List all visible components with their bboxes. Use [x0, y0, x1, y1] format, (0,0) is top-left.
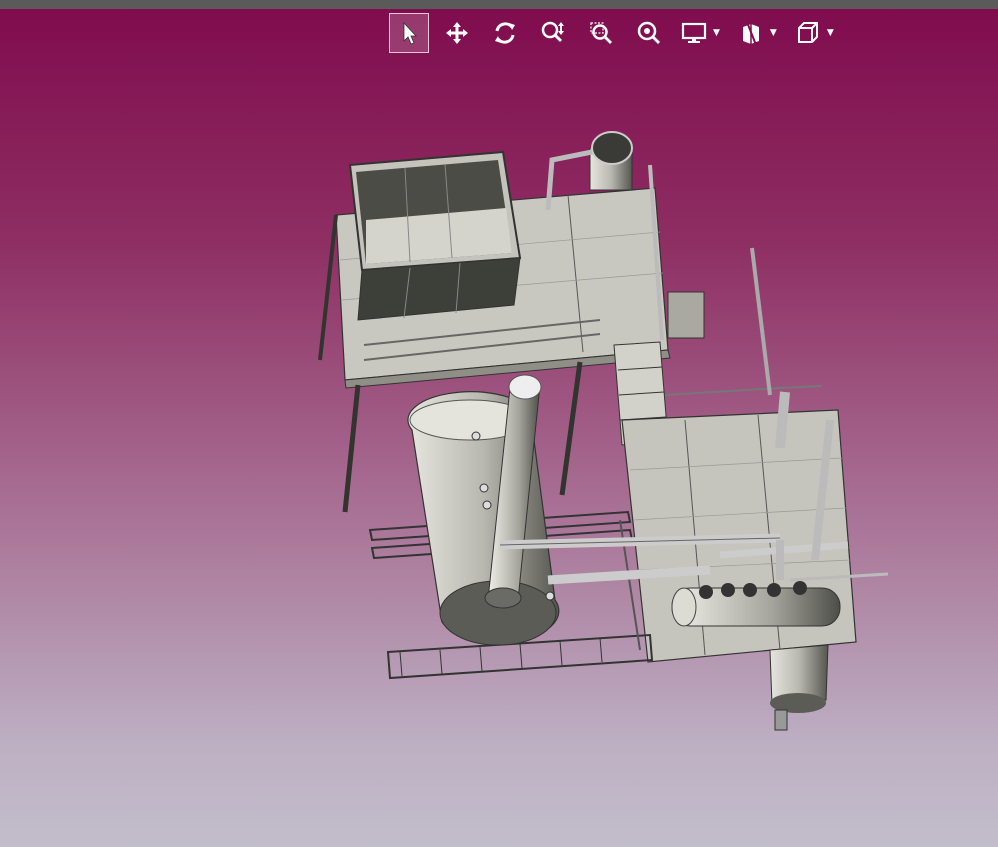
large-storage-tank — [407, 391, 560, 646]
open-top-tank — [348, 150, 522, 321]
header-manifold — [671, 581, 841, 627]
vertical-separator — [769, 644, 829, 731]
plant-3d-model[interactable] — [0, 0, 998, 847]
